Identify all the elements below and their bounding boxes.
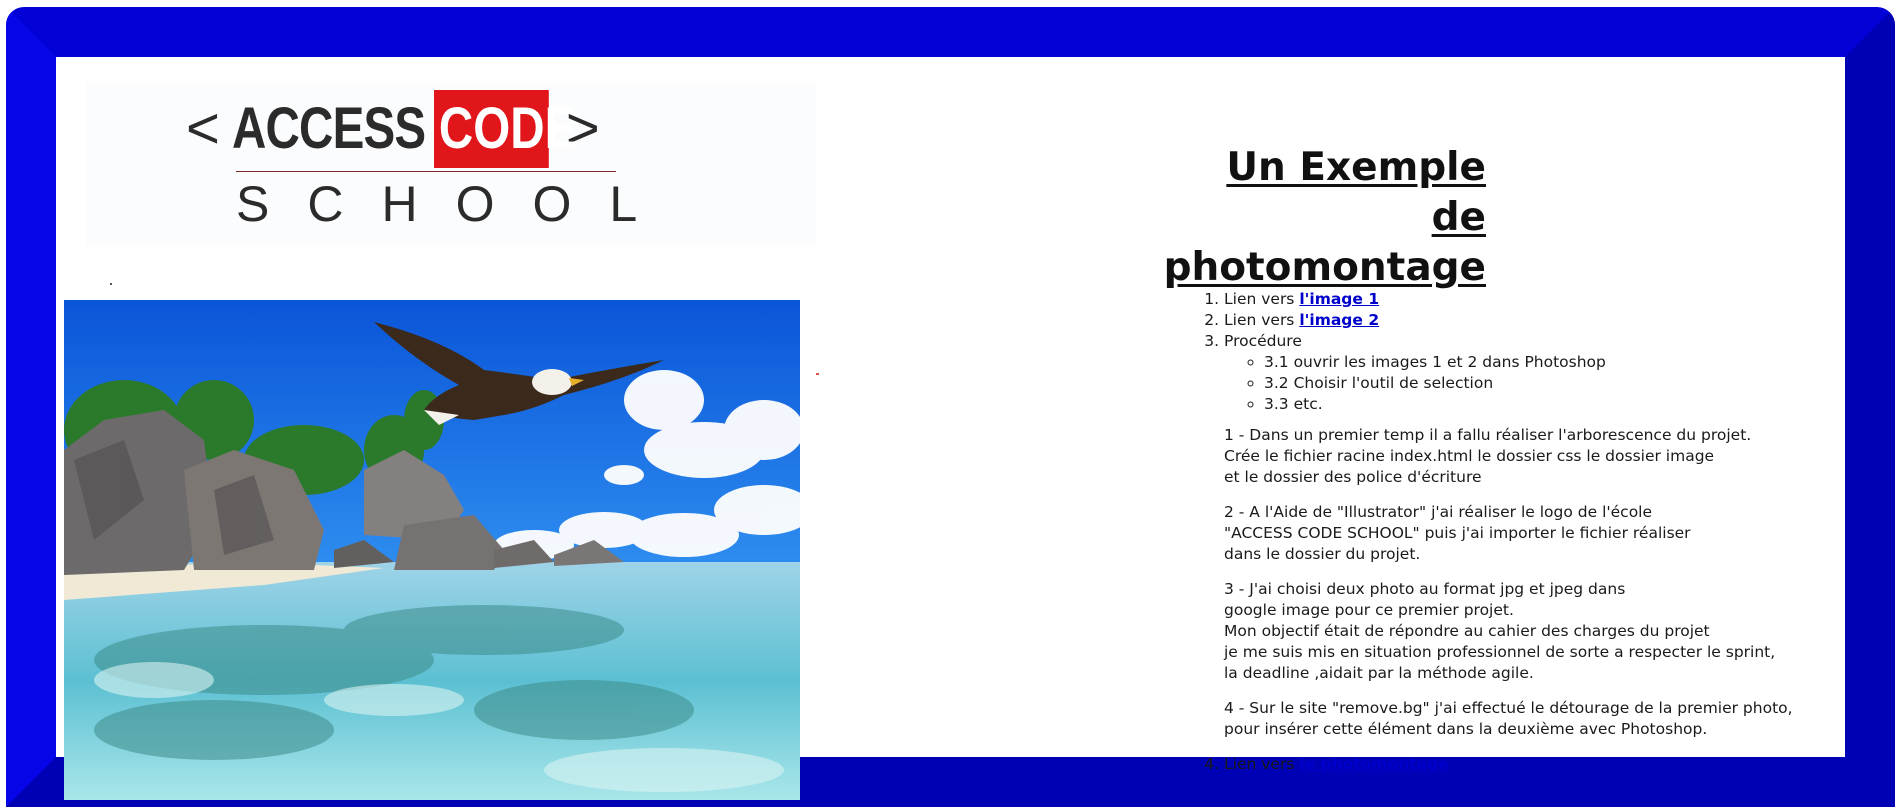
page-title: Un Exemple de photomontage [1086,143,1486,293]
paragraph-line: google image pour ce premier projet. [1224,601,1514,619]
paragraph-line: 3 - J'ai choisi deux photo au format jpg… [1224,580,1626,598]
paragraph-line: 2 - A l'Aide de "Illustrator" j'ai réali… [1224,503,1653,521]
logo-bracket-left: < [186,96,220,161]
paragraph-line: "ACCESS CODE SCHOOL" puis j'ai importer … [1224,524,1691,542]
paragraph-line: Crée le fichier racine index.html le dos… [1224,447,1715,465]
logo-divider [236,171,616,172]
paragraph-line: 1 - Dans un premier temp il a fallu réal… [1224,426,1752,444]
list-item: Lien vers le photomontage [1224,754,1846,775]
paragraph-4: 4 - Sur le site "remove.bg" j'ai effectu… [1224,698,1846,740]
paragraph-line: 4 - Sur le site "remove.bg" j'ai effectu… [1224,699,1793,717]
steps-list: Lien vers l'image 1 Lien vers l'image 2 … [1206,289,1846,775]
procedure-substeps: 3.1 ouvrir les images 1 et 2 dans Photos… [1224,352,1846,415]
paragraph-line: pour insérer cette élément dans la deuxi… [1224,720,1708,738]
substep-item: 3.2 Choisir l'outil de selection [1264,373,1846,394]
logo-word-code: CODE [433,90,576,168]
link-photomontage[interactable]: le photomontage [1299,755,1448,773]
substep-item: 3.1 ouvrir les images 1 et 2 dans Photos… [1264,352,1846,373]
link-image-2[interactable]: l'image 2 [1299,311,1379,329]
item1-prefix: Lien vers [1224,290,1300,308]
paragraph-1: 1 - Dans un premier temp il a fallu réal… [1224,425,1846,488]
procedure-content: Lien vers l'image 1 Lien vers l'image 2 … [1206,289,1846,775]
paragraph-line: et le dossier des police d'écriture [1224,468,1482,486]
paragraph-line: la deadline ,aidait par la méthode agile… [1224,664,1534,682]
photomontage-image [64,300,800,800]
logo-speck [110,283,112,285]
access-code-school-logo: < ACCESS CODE > SCHOOL [86,83,816,285]
title-line-1: Un Exemple [1226,145,1486,190]
link-image-1[interactable]: l'image 1 [1299,290,1379,308]
title-line-2: de [1431,195,1486,240]
procedure-label: Procédure [1224,332,1302,350]
item2-prefix: Lien vers [1224,311,1300,329]
blue-frame: < ACCESS CODE > SCHOOL Un Exemple de pho… [6,7,1895,807]
list-item: Lien vers l'image 1 [1224,289,1846,310]
paragraph-3: 3 - J'ai choisi deux photo au format jpg… [1224,579,1846,684]
logo-word-school: SCHOOL [236,176,676,232]
list-item: Lien vers l'image 2 [1224,310,1846,331]
list-item: Procédure 3.1 ouvrir les images 1 et 2 d… [1224,331,1846,740]
paragraph-line: Mon objectif était de répondre au cahier… [1224,622,1710,640]
paragraph-line: dans le dossier du projet. [1224,545,1421,563]
logo-word-access: ACCESS [231,96,426,161]
paragraph-line: je me suis mis en situation professionne… [1224,643,1776,661]
substep-item: 3.3 etc. [1264,394,1846,415]
paragraph-2: 2 - A l'Aide de "Illustrator" j'ai réali… [1224,502,1846,565]
stray-red-dot [816,373,819,375]
title-line-3: photomontage [1163,245,1486,290]
item4-prefix: Lien vers [1224,755,1300,773]
